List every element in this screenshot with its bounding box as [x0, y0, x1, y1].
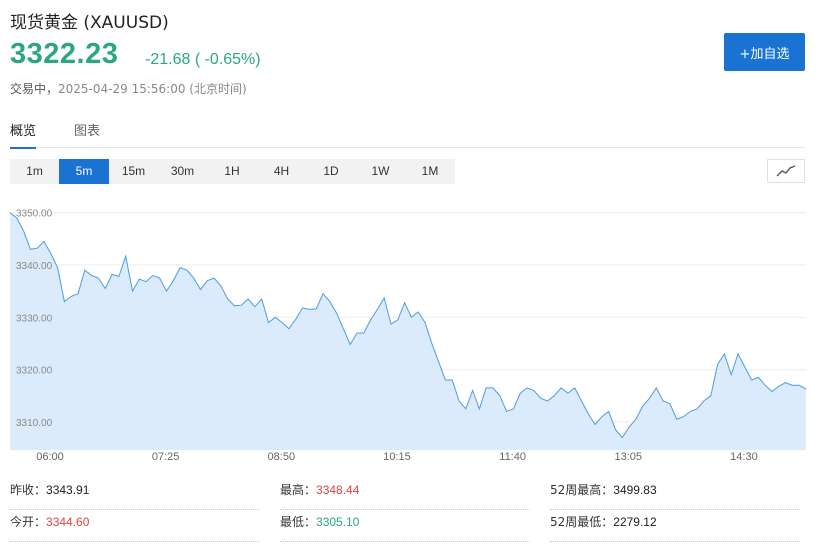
period-1d[interactable]: 1D	[306, 159, 356, 184]
stat-52w-low: 52周最低：2279.12	[550, 510, 800, 542]
x-tick-label: 10:15	[383, 451, 411, 463]
current-price: 3322.23	[10, 38, 119, 70]
price-chart[interactable]: 3310.00 3320.00 3330.00 3340.00 3350.00 06:0…	[10, 195, 806, 467]
stat-prev-close: 昨收：3343.91	[10, 478, 260, 510]
period-1h[interactable]: 1H	[207, 159, 257, 184]
price-change: -21.68 ( -0.65%)	[145, 51, 261, 68]
period-15m[interactable]: 15m	[109, 159, 158, 184]
line-chart-icon	[776, 165, 796, 177]
stat-52w-high: 52周最高：3499.83	[550, 478, 800, 510]
x-tick-label: 11:40	[499, 451, 526, 463]
quote-stats: 昨收：3343.91 最高：3348.44 52周最高：3499.83 今开：3…	[10, 478, 805, 542]
x-tick-label: 06:00	[36, 451, 64, 463]
stat-low: 最低：3305.10	[280, 510, 530, 542]
stat-open: 今开：3344.60	[10, 510, 260, 542]
period-1w[interactable]: 1W	[356, 159, 405, 184]
chart-type-button[interactable]	[767, 159, 805, 183]
y-tick-label: 3330.00	[16, 313, 53, 324]
y-tick-label: 3350.00	[16, 209, 53, 220]
low-value: 3305.10	[316, 515, 360, 529]
stat-high: 最高：3348.44	[280, 478, 530, 510]
y-tick-label: 3320.00	[16, 366, 53, 377]
trading-status-label: 交易中，	[10, 82, 59, 96]
x-tick-label: 08:50	[268, 451, 296, 463]
y-tick-label: 3340.00	[16, 261, 53, 272]
instrument-title: 现货黄金 (XAUUSD)	[10, 13, 169, 33]
period-5m[interactable]: 5m	[59, 159, 109, 184]
tab-overview[interactable]: 概览	[10, 120, 37, 149]
tab-chart[interactable]: 图表	[74, 120, 100, 147]
x-tick-label: 13:05	[615, 451, 643, 463]
period-30m[interactable]: 30m	[158, 159, 207, 184]
trading-timestamp: 2025-04-29 15:56:00 (北京时间)	[58, 82, 247, 96]
open-value: 3344.60	[46, 515, 90, 529]
period-1m[interactable]: 1m	[10, 159, 59, 184]
w52-low-value: 2279.12	[613, 515, 657, 529]
w52-high-value: 3499.83	[613, 483, 657, 497]
tab-bar: 概览 图表	[10, 118, 805, 149]
high-value: 3348.44	[316, 483, 360, 497]
prev-close-value: 3343.91	[46, 483, 90, 497]
add-to-watchlist-button[interactable]: +加自选	[724, 33, 805, 71]
period-1mo[interactable]: 1M	[405, 159, 455, 184]
period-4h[interactable]: 4H	[257, 159, 306, 184]
x-tick-label: 07:25	[152, 451, 180, 463]
x-tick-label: 14:30	[730, 451, 758, 463]
y-tick-label: 3310.00	[16, 418, 53, 429]
period-selector: 1m 5m 15m 30m 1H 4H 1D 1W 1M	[10, 159, 455, 184]
trading-status: 交易中，2025-04-29 15:56:00 (北京时间)	[10, 80, 247, 97]
